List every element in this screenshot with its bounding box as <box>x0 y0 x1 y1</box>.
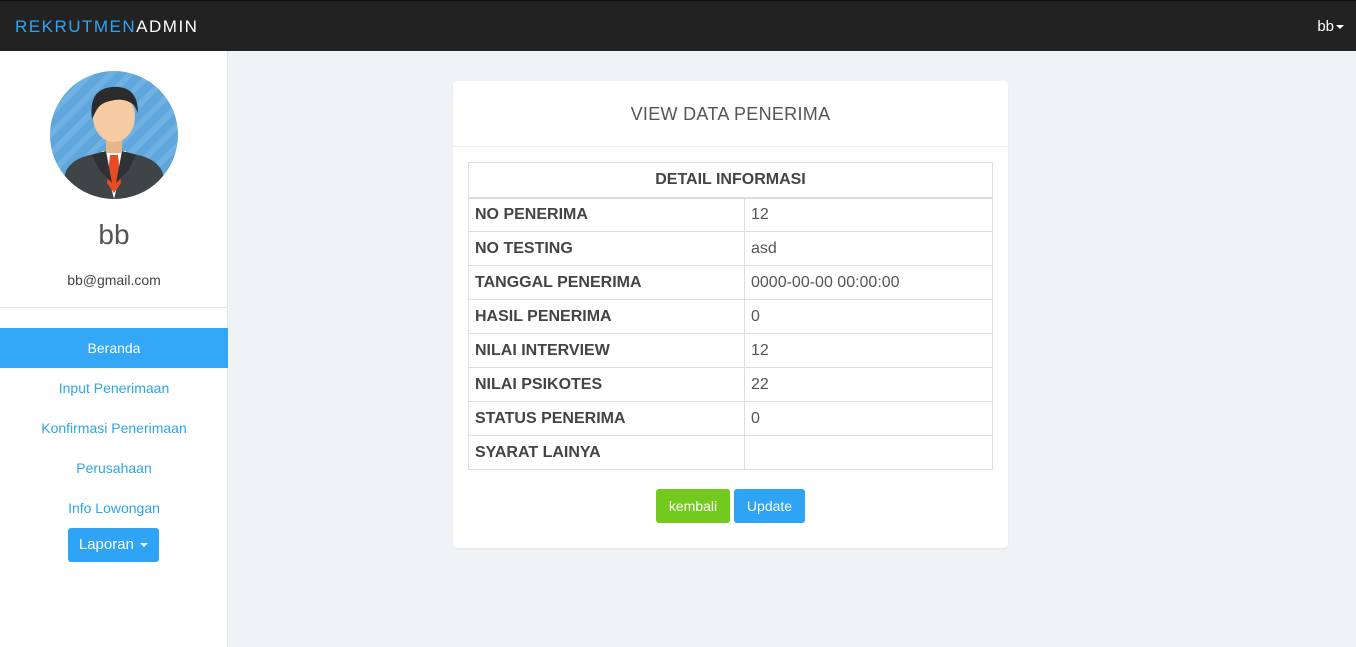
row-value: 12 <box>744 333 993 368</box>
user-dropdown[interactable]: bb <box>1317 18 1344 35</box>
row-label: NILAI INTERVIEW <box>468 333 745 368</box>
row-value: 0 <box>744 299 993 334</box>
table-row: NILAI PSIKOTES 22 <box>468 367 993 402</box>
profile-email: bb@gmail.com <box>67 272 161 288</box>
table-row: NO PENERIMA 12 <box>468 197 993 232</box>
menu-item-input-penerimaan[interactable]: Input Penerimaan <box>0 368 228 408</box>
table-row: TANGGAL PENERIMA 0000-00-00 00:00:00 <box>468 265 993 300</box>
row-label: HASIL PENERIMA <box>468 299 745 334</box>
panel-title: VIEW DATA PENERIMA <box>453 81 1008 147</box>
user-label: bb <box>1317 18 1334 35</box>
row-label: TANGGAL PENERIMA <box>468 265 745 300</box>
businessman-avatar-icon <box>50 71 178 199</box>
row-value: 22 <box>744 367 993 402</box>
sidebar-menu: Beranda Input Penerimaan Konfirmasi Pene… <box>0 328 228 528</box>
brand-part2: ADMIN <box>136 17 199 36</box>
row-label: NO PENERIMA <box>468 197 745 232</box>
top-navbar: REKRUTMENADMIN bb <box>0 0 1356 51</box>
menu-item-perusahaan[interactable]: Perusahaan <box>0 448 228 488</box>
sidebar-divider <box>0 307 228 308</box>
row-label: NILAI PSIKOTES <box>468 367 745 402</box>
table-row: HASIL PENERIMA 0 <box>468 299 993 334</box>
row-value: 0 <box>744 401 993 436</box>
menu-item-beranda[interactable]: Beranda <box>0 328 228 368</box>
laporan-label: Laporan <box>78 536 134 553</box>
menu-item-info-lowongan[interactable]: Info Lowongan <box>0 488 228 528</box>
caret-down-icon <box>1336 25 1344 30</box>
table-row: STATUS PENERIMA 0 <box>468 401 993 436</box>
row-value: asd <box>744 231 993 266</box>
menu-item-konfirmasi-penerimaan[interactable]: Konfirmasi Penerimaan <box>0 408 228 448</box>
view-data-panel: VIEW DATA PENERIMA DETAIL INFORMASI NO P… <box>453 81 1008 548</box>
table-row: SYARAT LAINYA <box>468 435 993 470</box>
table-row: NILAI INTERVIEW 12 <box>468 333 993 368</box>
row-value: 12 <box>744 197 993 232</box>
row-value <box>744 435 993 470</box>
table-header: DETAIL INFORMASI <box>468 162 993 199</box>
laporan-dropdown-button[interactable]: Laporan <box>68 528 159 562</box>
caret-down-icon <box>140 543 149 548</box>
row-label: SYARAT LAINYA <box>468 435 745 470</box>
row-label: NO TESTING <box>468 231 745 266</box>
detail-table: DETAIL INFORMASI NO PENERIMA 12 NO TESTIN… <box>468 162 993 470</box>
profile-name: bb <box>98 219 130 250</box>
update-button[interactable]: Update <box>734 489 805 523</box>
row-value: 0000-00-00 00:00:00 <box>744 265 993 300</box>
kembali-button[interactable]: kembali <box>656 489 730 523</box>
brand-part1: REKRUTMEN <box>15 17 137 36</box>
row-label: STATUS PENERIMA <box>468 401 745 436</box>
brand-logo[interactable]: REKRUTMENADMIN <box>15 17 198 37</box>
sidebar: bb bb@gmail.com Beranda Input Penerimaan… <box>0 51 228 647</box>
table-row: NO TESTING asd <box>468 231 993 266</box>
